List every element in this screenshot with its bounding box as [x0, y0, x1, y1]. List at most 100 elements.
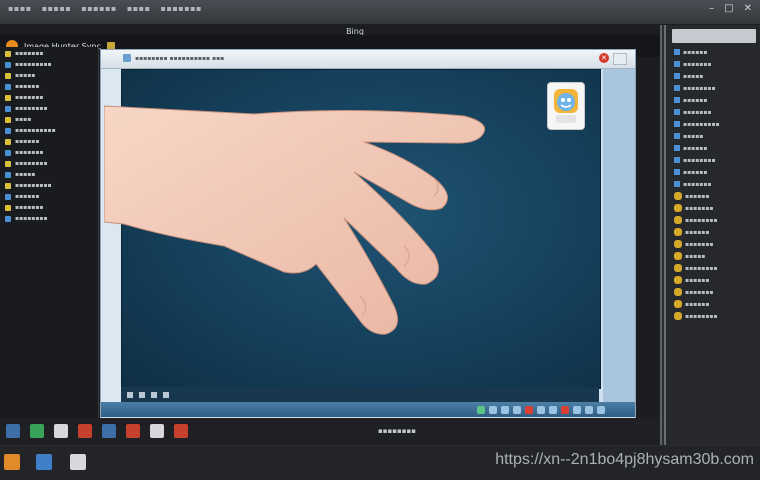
- list-item[interactable]: ▪▪▪▪▪▪▪▪: [674, 155, 760, 165]
- list-item[interactable]: ▪▪▪▪: [5, 115, 98, 124]
- status-icon[interactable]: [163, 392, 169, 398]
- list-item[interactable]: ▪▪▪▪▪: [674, 131, 760, 141]
- taskbar-app-icon[interactable]: [6, 424, 20, 438]
- menu-item[interactable]: ▪▪▪▪▪▪: [81, 4, 117, 13]
- list-item-label: ▪▪▪▪▪▪: [685, 192, 710, 200]
- panel-header[interactable]: [672, 29, 756, 43]
- list-item[interactable]: ▪▪▪▪▪▪▪: [674, 107, 760, 117]
- list-item[interactable]: ▪▪▪▪▪: [5, 71, 98, 80]
- maximize-button[interactable]: □: [724, 3, 733, 14]
- toolbar-button-icon[interactable]: [501, 405, 509, 414]
- list-item[interactable]: ▪▪▪▪▪▪: [674, 143, 760, 153]
- list-item[interactable]: ▪▪▪▪▪▪: [674, 227, 760, 237]
- list-item-label: ▪▪▪▪▪▪: [683, 144, 708, 152]
- list-item[interactable]: ▪▪▪▪▪▪: [674, 191, 760, 201]
- window-titlebar[interactable]: ▪▪▪▪▪▪▪▪ ▪▪▪▪▪▪▪▪▪▪ ▪▪▪ ✕: [101, 50, 635, 69]
- list-item[interactable]: ▪▪▪▪▪: [674, 251, 760, 261]
- list-item[interactable]: ▪▪▪▪▪▪▪▪▪▪: [5, 126, 98, 135]
- toolbar-button-icon[interactable]: [477, 405, 485, 414]
- list-item-label: ▪▪▪▪▪▪▪: [15, 50, 44, 57]
- folder-icon: [5, 204, 11, 211]
- list-item-label: ▪▪▪▪▪▪▪▪▪: [15, 61, 52, 68]
- list-item[interactable]: ▪▪▪▪▪▪: [674, 167, 760, 177]
- list-item[interactable]: ▪▪▪▪▪: [5, 170, 98, 179]
- taskbar-app-icon[interactable]: [174, 424, 188, 438]
- list-item[interactable]: ▪▪▪▪▪▪▪: [674, 59, 760, 69]
- toolbar-button-icon[interactable]: [561, 405, 569, 414]
- toolbar-button-icon[interactable]: [513, 405, 521, 414]
- layer-icon: [674, 216, 682, 224]
- list-item[interactable]: ▪▪▪▪▪▪: [674, 95, 760, 105]
- minimize-button[interactable]: –: [709, 3, 714, 14]
- layer-icon: [674, 276, 682, 284]
- status-icon[interactable]: [139, 392, 145, 398]
- hand-image: [104, 105, 486, 335]
- file-icon: [674, 181, 680, 187]
- mascot-icon[interactable]: [547, 82, 585, 130]
- list-item[interactable]: ▪▪▪▪▪▪▪▪: [674, 263, 760, 273]
- toolbar-button-icon[interactable]: [537, 405, 545, 414]
- menu-item[interactable]: ▪▪▪▪▪▪▪: [161, 4, 202, 13]
- list-item[interactable]: ▪▪▪▪▪▪▪▪: [5, 214, 98, 223]
- list-item-label: ▪▪▪▪▪▪: [15, 193, 40, 200]
- status-icon[interactable]: [127, 392, 133, 398]
- list-item[interactable]: ▪▪▪▪▪▪▪▪▪: [674, 119, 760, 129]
- taskbar-app-icon[interactable]: [78, 424, 92, 438]
- toolbar-button-icon[interactable]: [597, 405, 605, 414]
- list-item-label: ▪▪▪▪▪▪▪: [15, 94, 44, 101]
- list-item[interactable]: ▪▪▪▪▪▪▪▪: [5, 159, 98, 168]
- list-item[interactable]: ▪▪▪▪▪▪▪: [674, 239, 760, 249]
- list-item[interactable]: ▪▪▪▪▪▪: [674, 299, 760, 309]
- taskbar-app-icon[interactable]: [30, 424, 44, 438]
- list-item[interactable]: ▪▪▪▪▪▪▪: [674, 179, 760, 189]
- list-item-label: ▪▪▪▪▪▪▪: [683, 60, 712, 68]
- menu-item[interactable]: ▪▪▪▪▪: [42, 4, 72, 13]
- toolbar-button-icon[interactable]: [549, 405, 557, 414]
- toolbar-button-icon[interactable]: [525, 405, 533, 414]
- file-icon: [674, 73, 680, 79]
- list-item[interactable]: ▪▪▪▪▪▪▪: [5, 49, 98, 58]
- list-item[interactable]: ▪▪▪▪▪▪▪▪: [674, 83, 760, 93]
- close-button[interactable]: ✕: [744, 3, 752, 14]
- taskbar-app-icon[interactable]: [150, 424, 164, 438]
- list-item[interactable]: ▪▪▪▪▪▪▪: [5, 148, 98, 157]
- taskbar-app-icon[interactable]: [54, 424, 68, 438]
- taskbar-app-icon[interactable]: [102, 424, 116, 438]
- list-item[interactable]: ▪▪▪▪▪▪▪: [674, 203, 760, 213]
- vertical-scrollbar[interactable]: [603, 69, 635, 402]
- list-item[interactable]: ▪▪▪▪▪▪: [674, 47, 760, 57]
- status-icon[interactable]: [151, 392, 157, 398]
- menu-item[interactable]: ▪▪▪▪: [8, 4, 32, 13]
- list-item-label: ▪▪▪▪▪▪▪▪: [15, 105, 48, 112]
- toolbar-button-icon[interactable]: [585, 405, 593, 414]
- list-item-label: ▪▪▪▪▪▪▪: [683, 180, 712, 188]
- window-restore-button[interactable]: [613, 53, 627, 65]
- taskbar-app-icon[interactable]: [126, 424, 140, 438]
- list-item[interactable]: ▪▪▪▪▪▪: [5, 137, 98, 146]
- list-item[interactable]: ▪▪▪▪▪▪: [5, 192, 98, 201]
- layer-icon: [674, 264, 682, 272]
- list-item[interactable]: ▪▪▪▪▪▪: [674, 275, 760, 285]
- layer-icon: [674, 240, 682, 248]
- list-item[interactable]: ▪▪▪▪▪▪▪▪: [674, 215, 760, 225]
- list-item-label: ▪▪▪▪▪▪: [15, 83, 40, 90]
- list-item[interactable]: ▪▪▪▪▪▪▪▪: [674, 311, 760, 321]
- list-item[interactable]: ▪▪▪▪▪▪▪▪▪: [5, 181, 98, 190]
- list-item[interactable]: ▪▪▪▪▪▪▪: [674, 287, 760, 297]
- toolbar-button-icon[interactable]: [489, 405, 497, 414]
- desktop-app-icon[interactable]: [70, 454, 86, 470]
- window-close-button[interactable]: ✕: [599, 53, 609, 63]
- file-icon: [674, 97, 680, 103]
- list-item[interactable]: ▪▪▪▪▪▪▪▪▪: [5, 60, 98, 69]
- list-item[interactable]: ▪▪▪▪▪▪▪▪: [5, 104, 98, 113]
- list-item[interactable]: ▪▪▪▪▪▪▪: [5, 93, 98, 102]
- list-item[interactable]: ▪▪▪▪▪▪▪: [5, 203, 98, 212]
- desktop-app-icon[interactable]: [4, 454, 20, 470]
- desktop-app-icon[interactable]: [36, 454, 52, 470]
- list-item-label: ▪▪▪▪▪▪: [683, 96, 708, 104]
- toolbar-button-icon[interactable]: [573, 405, 581, 414]
- list-item[interactable]: ▪▪▪▪▪▪: [5, 82, 98, 91]
- list-item[interactable]: ▪▪▪▪▪: [674, 71, 760, 81]
- menu-item[interactable]: ▪▪▪▪: [127, 4, 151, 13]
- list-item-label: ▪▪▪▪▪▪▪▪: [683, 84, 716, 92]
